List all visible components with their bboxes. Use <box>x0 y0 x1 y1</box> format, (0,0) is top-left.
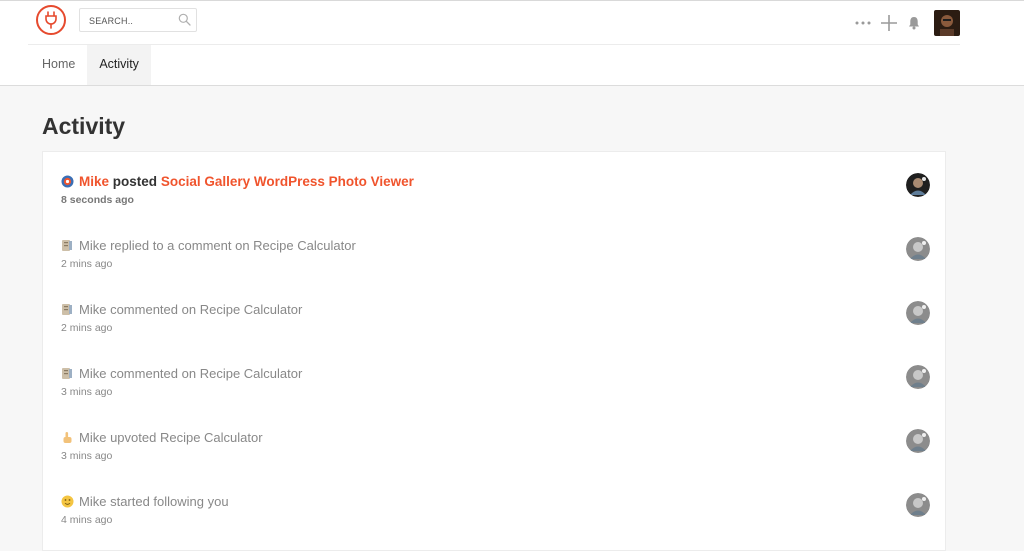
actor-link[interactable]: Mike <box>79 238 106 253</box>
comment-icon <box>61 367 74 380</box>
activity-verb: replied to a comment on <box>110 238 250 253</box>
actor-link[interactable]: Mike <box>79 302 106 317</box>
activity-item: Mike posted Social Gallery WordPress Pho… <box>61 173 930 214</box>
search-input[interactable] <box>89 13 169 28</box>
activity-text: Mike upvoted Recipe Calculator <box>79 430 263 445</box>
activity-verb: commented on <box>110 302 197 317</box>
bell-icon[interactable] <box>906 16 922 30</box>
activity-line: Mike started following you <box>61 494 229 509</box>
search-box <box>79 8 197 32</box>
top-bar <box>28 1 960 45</box>
activity-text: Mike started following you <box>79 494 229 509</box>
activity-text: Mike replied to a comment on Recipe Calc… <box>79 238 356 253</box>
follow-icon <box>61 495 74 508</box>
activity-item: Mike started following you 4 mins ago <box>61 493 930 534</box>
activity-line: Mike upvoted Recipe Calculator <box>61 430 263 445</box>
header-tools <box>854 10 960 36</box>
actor-link[interactable]: Mike <box>79 430 106 445</box>
timestamp: 3 mins ago <box>61 450 113 462</box>
top-header: Home Activity <box>0 1 1024 86</box>
activity-feed: Mike posted Social Gallery WordPress Pho… <box>42 151 946 551</box>
activity-verb: started following <box>110 494 205 509</box>
activity-line: Mike commented on Recipe Calculator <box>61 366 302 381</box>
activity-text: Mike posted Social Gallery WordPress Pho… <box>79 174 414 189</box>
comment-icon <box>61 303 74 316</box>
timestamp: 4 mins ago <box>61 514 113 526</box>
actor-link[interactable]: Mike <box>79 174 109 189</box>
activity-line: Mike posted Social Gallery WordPress Pho… <box>61 174 414 189</box>
timestamp: 2 mins ago <box>61 258 113 270</box>
activity-text: Mike commented on Recipe Calculator <box>79 302 302 317</box>
object-link[interactable]: Recipe Calculator <box>200 366 303 381</box>
avatar[interactable] <box>906 301 930 325</box>
plus-icon[interactable] <box>878 14 900 32</box>
page-title: Activity <box>42 113 126 139</box>
timestamp: 2 mins ago <box>61 322 113 334</box>
timestamp: 8 seconds ago <box>61 194 134 206</box>
actor-link[interactable]: Mike <box>79 366 106 381</box>
comment-icon <box>61 239 74 252</box>
avatar[interactable] <box>906 237 930 261</box>
avatar[interactable] <box>906 429 930 453</box>
activity-text: Mike commented on Recipe Calculator <box>79 366 302 381</box>
main-nav: Home Activity <box>30 45 151 85</box>
object-link[interactable]: Recipe Calculator <box>160 430 263 445</box>
plug-logo-icon[interactable] <box>36 5 66 35</box>
object-link[interactable]: Social Gallery WordPress Photo Viewer <box>161 174 414 189</box>
activity-verb: commented on <box>110 366 197 381</box>
tab-home[interactable]: Home <box>30 45 87 85</box>
activity-item: Mike replied to a comment on Recipe Calc… <box>61 237 930 278</box>
search-icon[interactable] <box>178 13 191 31</box>
activity-item: Mike upvoted Recipe Calculator 3 mins ag… <box>61 429 930 470</box>
activity-line: Mike commented on Recipe Calculator <box>61 302 302 317</box>
user-avatar[interactable] <box>934 10 960 36</box>
tab-activity[interactable]: Activity <box>87 45 151 85</box>
activity-object: you <box>207 494 229 509</box>
object-link[interactable]: Recipe Calculator <box>253 238 356 253</box>
activity-verb: posted <box>112 174 158 189</box>
avatar[interactable] <box>906 493 930 517</box>
product-icon <box>61 175 74 188</box>
avatar[interactable] <box>906 173 930 197</box>
ellipsis-icon[interactable] <box>854 21 872 25</box>
actor-link[interactable]: Mike <box>79 494 106 509</box>
activity-item: Mike commented on Recipe Calculator 3 mi… <box>61 365 930 406</box>
timestamp: 3 mins ago <box>61 386 113 398</box>
activity-line: Mike replied to a comment on Recipe Calc… <box>61 238 356 253</box>
activity-item: Mike commented on Recipe Calculator 2 mi… <box>61 301 930 342</box>
activity-verb: upvoted <box>110 430 157 445</box>
object-link[interactable]: Recipe Calculator <box>200 302 303 317</box>
upvote-icon <box>61 431 74 444</box>
avatar[interactable] <box>906 365 930 389</box>
